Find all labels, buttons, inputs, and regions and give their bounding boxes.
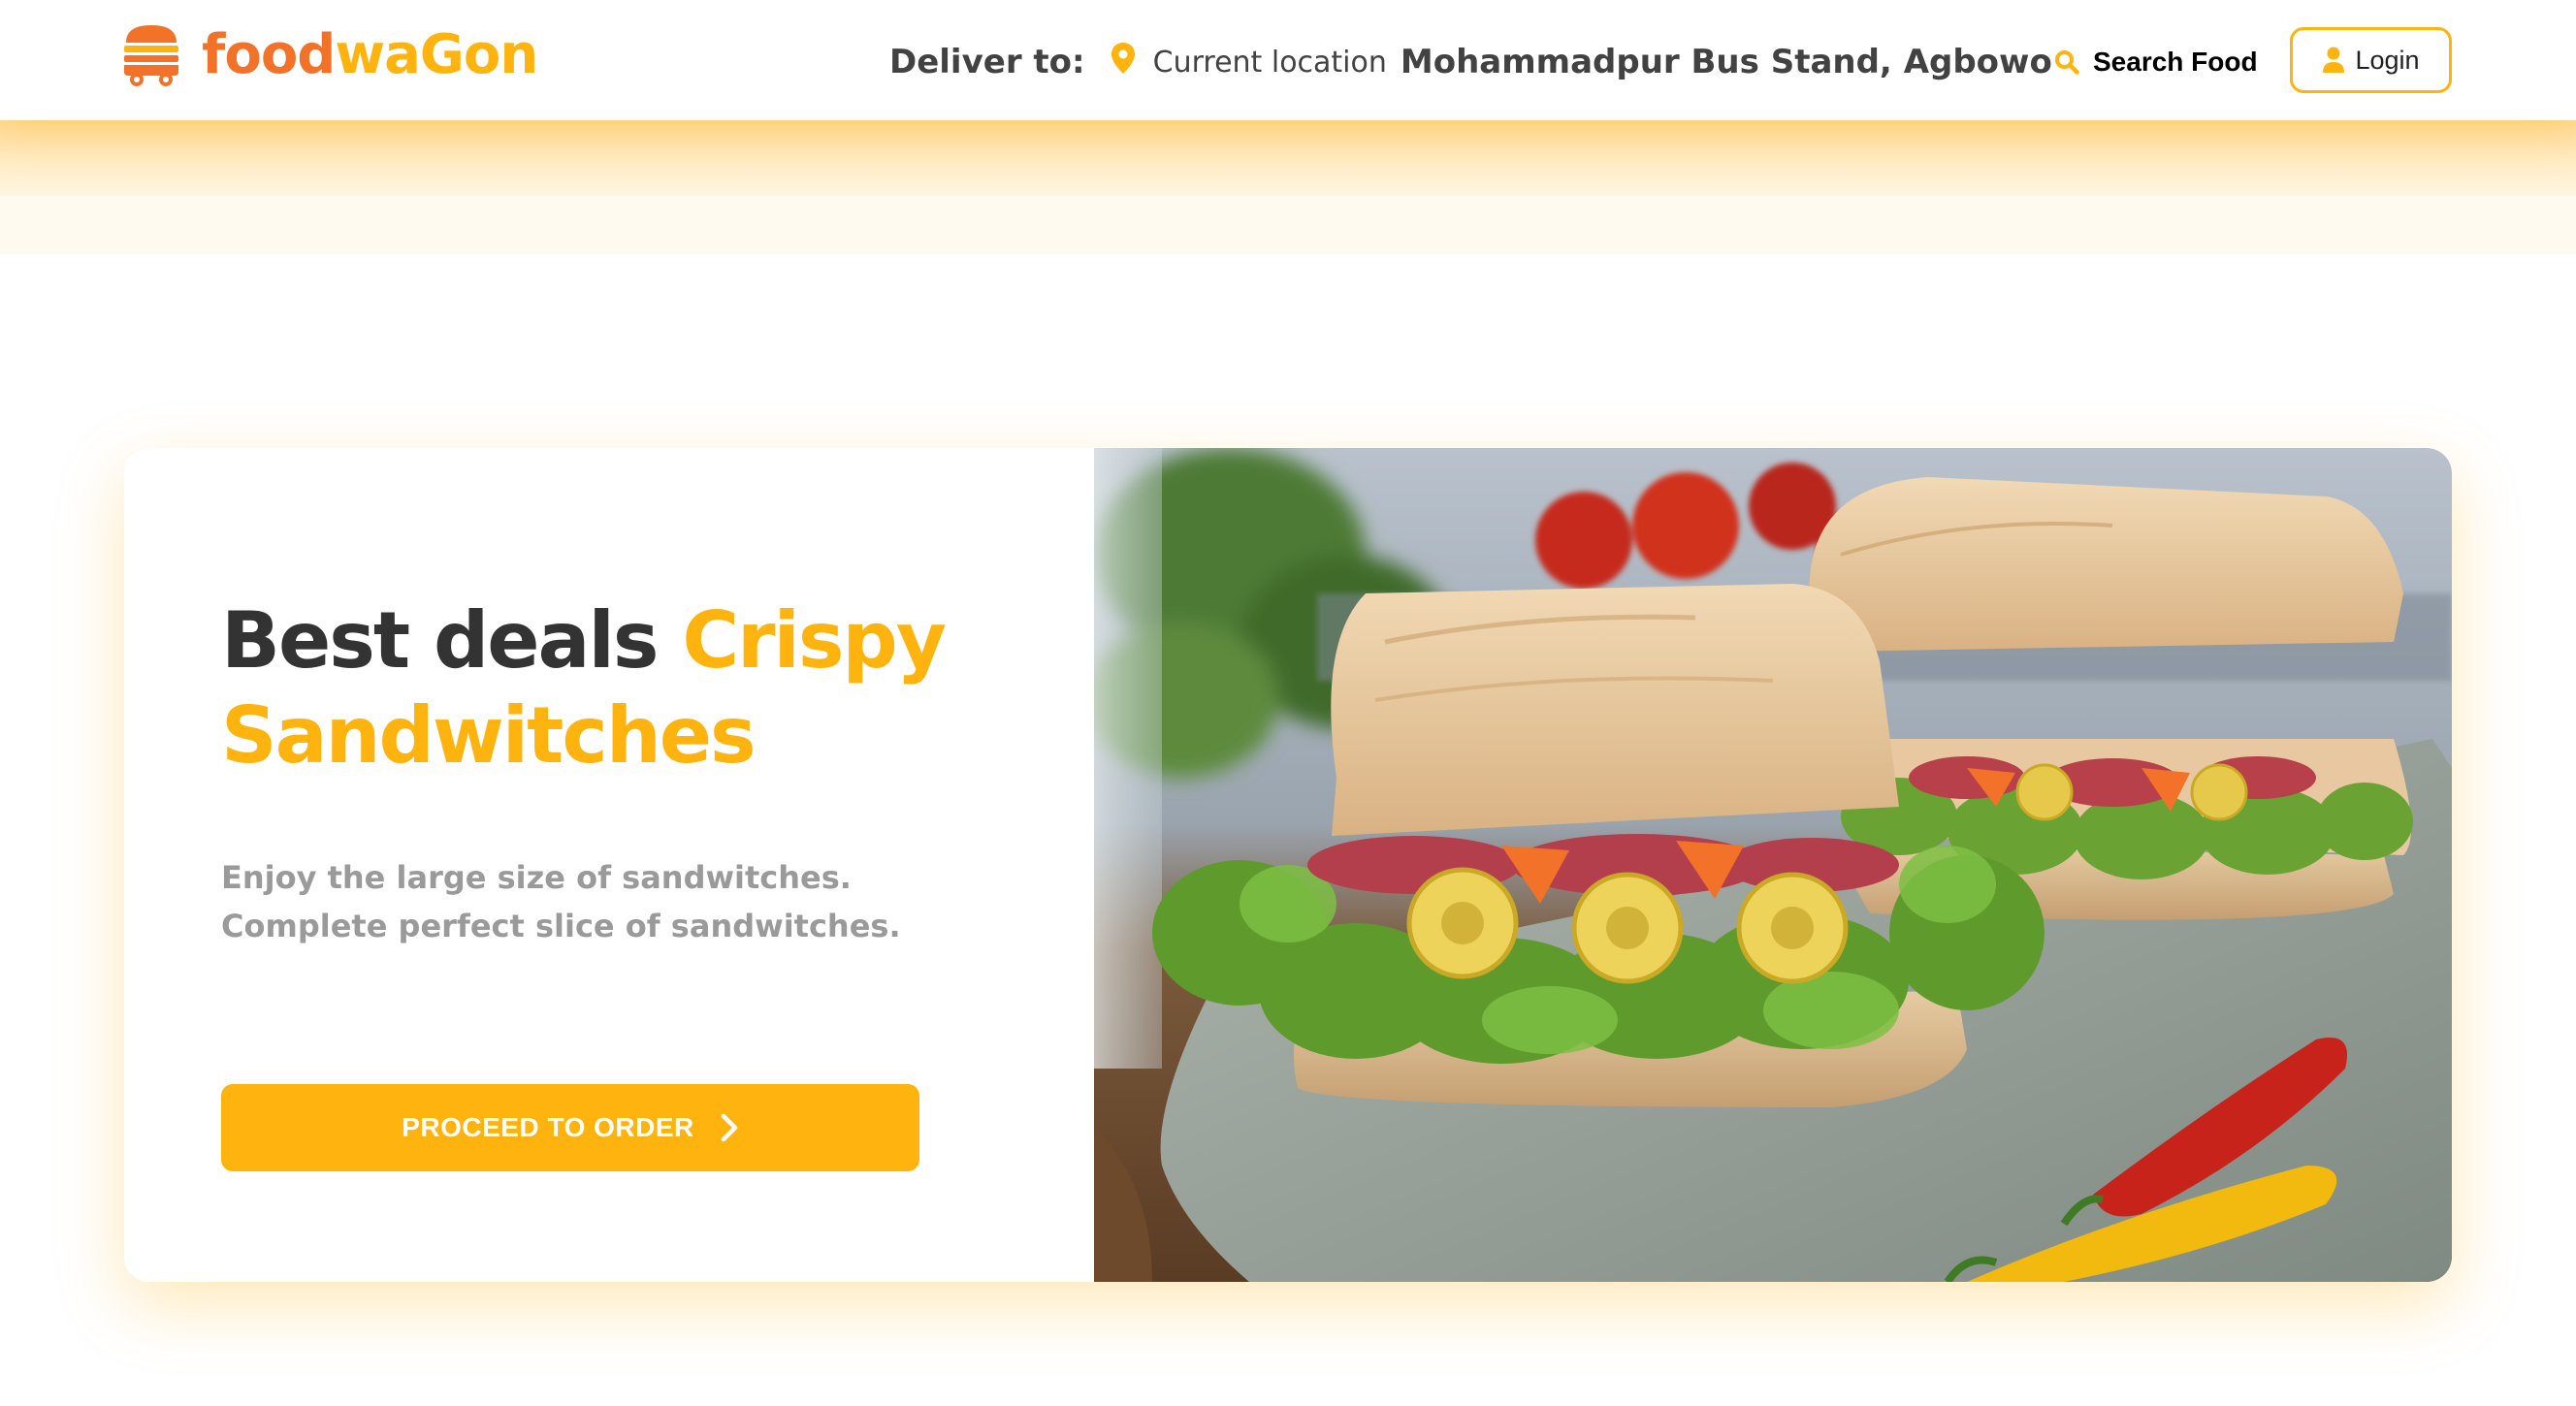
delivery-location: Deliver to: Current location Mohammadpur…: [889, 35, 2052, 89]
deal-description: Enjoy the large size of sandwitches. Com…: [221, 859, 901, 944]
current-location-label[interactable]: Current location: [1153, 46, 1387, 80]
proceed-to-order-button[interactable]: PROCEED TO ORDER: [221, 1084, 919, 1171]
deliver-to-label: Deliver to:: [889, 43, 1085, 81]
deal-title-plain: Best deals: [221, 595, 683, 686]
sandwich-photo: [1094, 448, 2452, 1282]
deal-title: Best deals Crispy Sandwitches: [221, 593, 1055, 783]
logo-text: foodwaGon: [202, 28, 538, 82]
sandwich-image: [1094, 448, 2452, 1282]
chevron-right-icon: [721, 1113, 738, 1142]
login-label: Login: [2355, 45, 2420, 75]
logo-text-wagon: waGon: [335, 23, 538, 86]
top-navbar: foodwaGon Deliver to: Current location M…: [0, 0, 2576, 120]
search-food-button[interactable]: Search Food: [2054, 35, 2258, 89]
login-button[interactable]: Login: [2290, 27, 2452, 93]
search-food-label: Search Food: [2093, 47, 2258, 77]
hero-banner-strip-lower: [0, 196, 2576, 254]
deal-card: Best deals Crispy Sandwitches Enjoy the …: [124, 448, 2452, 1282]
user-icon: [2323, 47, 2345, 73]
logo-text-food: food: [202, 23, 336, 86]
deal-card-content: Best deals Crispy Sandwitches Enjoy the …: [221, 448, 1055, 1282]
proceed-to-order-label: PROCEED TO ORDER: [402, 1112, 694, 1142]
burger-truck-icon: [124, 25, 178, 86]
hero-banner-strip: [0, 120, 2576, 196]
map-pin-icon: [1111, 43, 1135, 74]
foodwagon-logo[interactable]: foodwaGon: [122, 23, 538, 87]
search-icon: [2055, 50, 2079, 75]
delivery-address[interactable]: Mohammadpur Bus Stand, Agbowo: [1401, 43, 2052, 81]
